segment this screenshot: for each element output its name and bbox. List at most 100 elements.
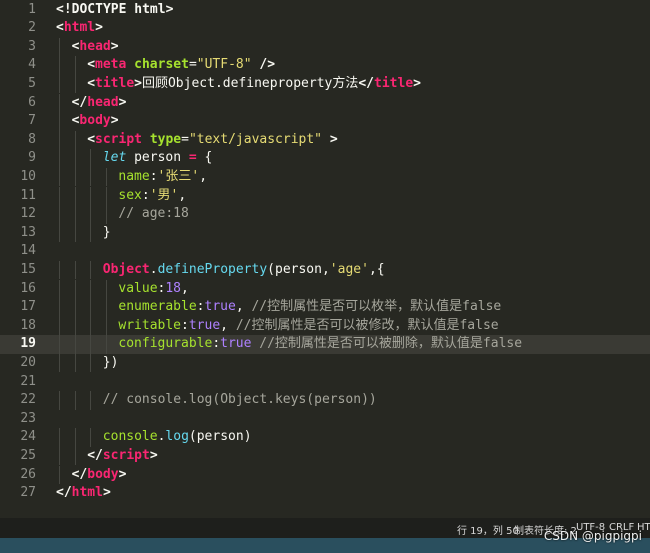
code-token: :: [181, 317, 189, 333]
code-line[interactable]: 10 name:'张三',: [0, 168, 650, 187]
code-token: (person,: [267, 261, 330, 277]
code-text: <body>: [72, 112, 119, 131]
indent-guide: [105, 298, 107, 317]
indent-guide: [59, 391, 60, 410]
code-line[interactable]: 26 </body>: [0, 466, 650, 485]
code-token: ,: [220, 317, 236, 333]
line-number: 16: [20, 280, 36, 296]
code-text: writable:true, //控制属性是否可以被修改，默认值是false: [118, 317, 498, 336]
code-token: }): [102, 354, 119, 370]
code-line[interactable]: 9 let person = {: [0, 149, 650, 168]
code-token: ,: [235, 299, 252, 315]
code-token: >: [110, 113, 119, 129]
line-number: 23: [20, 410, 36, 426]
code-line[interactable]: 19 configurable:true //控制属性是否可以被删除，默认值是fa…: [0, 335, 650, 354]
code-line[interactable]: 8 <script type="text/javascript" >: [0, 131, 650, 150]
code-line[interactable]: 21: [0, 373, 650, 392]
code-line[interactable]: 18 writable:true, //控制属性是否可以被修改，默认值是false: [0, 317, 650, 336]
code-line[interactable]: 4 <meta charset="UTF-8" />: [0, 56, 650, 75]
code-text: </body>: [72, 466, 127, 485]
code-token: :: [149, 168, 158, 184]
code-token: :: [212, 336, 221, 352]
line-number: 24: [20, 429, 36, 445]
indent-guide: [74, 186, 76, 206]
indent-guide: [74, 205, 76, 224]
line-number: 4: [28, 57, 36, 73]
indent-guide: [59, 465, 60, 485]
code-token: log: [165, 429, 189, 445]
code-token: <: [87, 75, 96, 91]
code-token: (person): [188, 429, 252, 445]
code-line[interactable]: 14: [0, 242, 650, 261]
code-token: </: [358, 75, 375, 91]
code-token: </: [71, 94, 88, 110]
line-number: 7: [28, 113, 36, 129]
code-line[interactable]: 25 </script>: [0, 447, 650, 466]
code-line[interactable]: 13}: [0, 224, 650, 243]
code-line[interactable]: 20}): [0, 354, 650, 373]
line-number: 2: [28, 20, 36, 36]
code-token: >: [118, 466, 127, 482]
code-line[interactable]: 6 </head>: [0, 94, 650, 113]
code-token: </: [87, 447, 103, 463]
code-token: writable: [118, 317, 182, 333]
code-token: //控制属性是否可以被修改，默认值是false: [235, 317, 499, 333]
code-line[interactable]: 2 <html>: [0, 19, 650, 38]
code-token: =: [188, 57, 197, 73]
indent-guide: [90, 205, 92, 224]
line-number: 3: [28, 38, 36, 54]
line-number: 19: [20, 336, 36, 352]
code-token: <: [87, 57, 96, 73]
indent-guide: [74, 74, 76, 94]
code-text: Object.defineProperty(person,'age',{: [103, 261, 385, 280]
code-token: type: [149, 131, 182, 147]
indent-guide: [74, 149, 76, 168]
code-token: body: [79, 113, 111, 129]
code-line[interactable]: 1 <!DOCTYPE html>: [0, 1, 650, 20]
code-line[interactable]: 23: [0, 410, 650, 429]
code-line[interactable]: 7 <body>: [0, 112, 650, 131]
indent-guide: [59, 74, 60, 94]
indent-guide: [59, 223, 60, 243]
code-token: ,: [181, 280, 189, 296]
code-token: .: [149, 261, 158, 277]
code-token: <: [87, 131, 96, 147]
indent-guide: [74, 56, 76, 75]
code-text: // console.log(Object.keys(person)): [103, 391, 377, 410]
code-line[interactable]: 12 // age:18: [0, 205, 650, 224]
code-token: }: [102, 224, 111, 240]
code-token: // age:18: [118, 206, 189, 222]
indent-guide: [105, 205, 107, 224]
indent-guide: [59, 428, 60, 447]
code-text: configurable:true //控制属性是否可以被删除，默认值是fals…: [118, 335, 522, 354]
code-line[interactable]: 15 Object.defineProperty(person,'age',{: [0, 261, 650, 280]
line-number: 25: [20, 447, 36, 463]
code-line[interactable]: 17 enumerable:true, //控制属性是否可以枚举，默认值是fals…: [0, 298, 650, 317]
code-token: >: [95, 20, 103, 36]
code-line[interactable]: 22 // console.log(Object.keys(person)): [0, 391, 650, 410]
code-token: >: [102, 485, 111, 501]
code-token: name: [118, 168, 150, 184]
code-line[interactable]: 16 value:18,: [0, 280, 650, 299]
code-token: person: [126, 150, 189, 166]
code-token: {: [196, 150, 213, 166]
indent-guide: [59, 353, 60, 373]
line-number: 5: [28, 75, 36, 91]
code-token: configurable: [118, 336, 213, 352]
code-token: value: [118, 280, 158, 296]
code-line[interactable]: 5 <title>回顾Object.defineproperty方法</title…: [0, 75, 650, 94]
line-number: 12: [20, 206, 36, 222]
code-line[interactable]: 24 console.log(person): [0, 428, 650, 447]
code-editor[interactable]: 1 <!DOCTYPE html> 2 <html> 3 <head> 4 <meta cha…: [0, 0, 650, 518]
indent-guide: [90, 167, 92, 187]
code-line[interactable]: 11 sex:'男',: [0, 187, 650, 206]
code-line[interactable]: 3 <head>: [0, 38, 650, 57]
line-number: 1: [28, 1, 36, 17]
line-number: 11: [20, 187, 36, 203]
indent-guide: [105, 186, 107, 206]
code-token: true: [204, 299, 236, 315]
cursor-position[interactable]: 行 19，列 50: [457, 522, 519, 537]
code-token: '男': [149, 187, 179, 203]
code-line[interactable]: 27 </html>: [0, 484, 650, 503]
